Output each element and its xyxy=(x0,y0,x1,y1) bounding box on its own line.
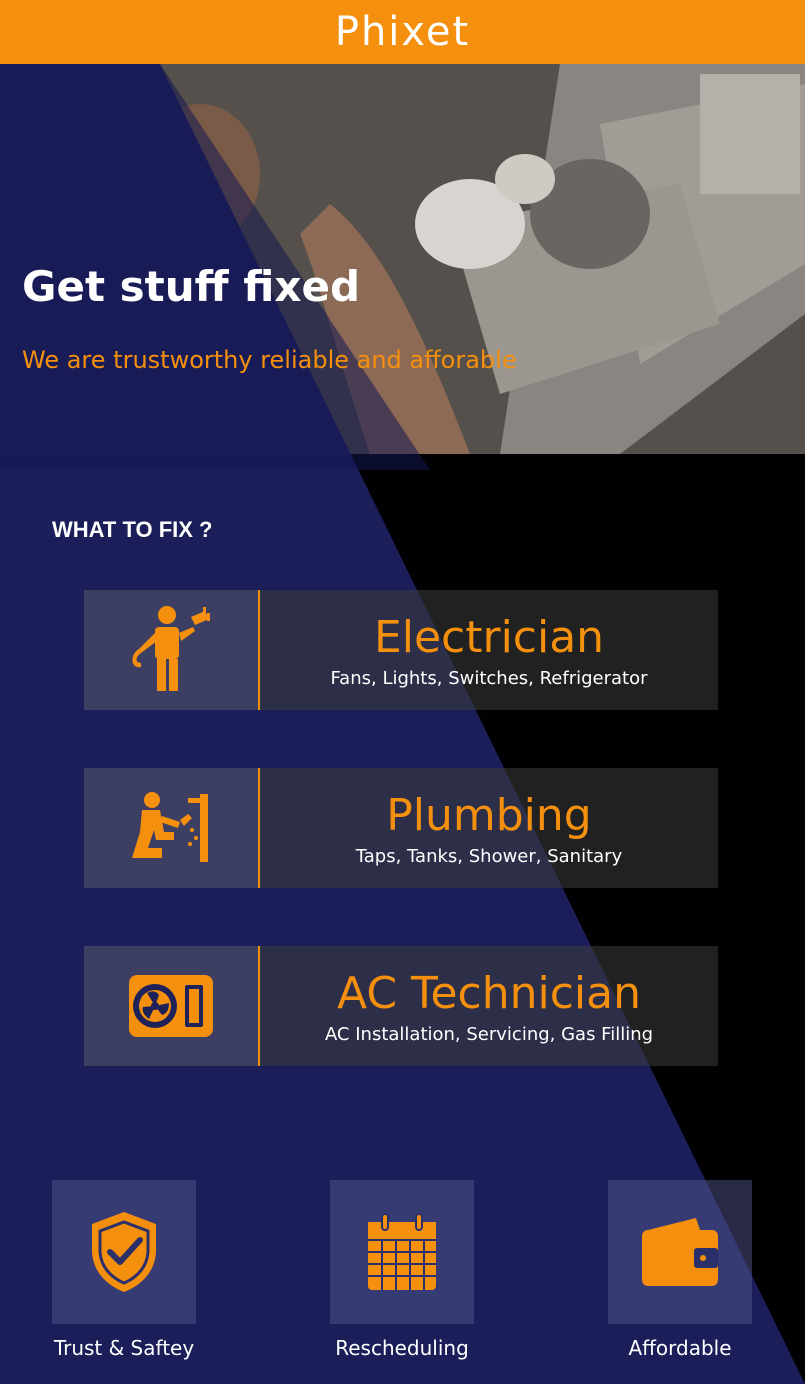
calendar-icon xyxy=(368,1213,436,1290)
wallet-icon xyxy=(642,1218,718,1286)
feature-label: Trust & Saftey xyxy=(53,1336,195,1360)
plumber-icon xyxy=(132,792,208,862)
feature-label: Rescheduling xyxy=(335,1336,469,1360)
service-description: AC Installation, Servicing, Gas Filling xyxy=(324,1023,654,1045)
service-name: Electrician xyxy=(373,611,605,663)
service-card-plumbing[interactable]: Plumbing Taps, Tanks, Shower, Sanitary xyxy=(84,768,718,888)
feature-rescheduling[interactable] xyxy=(330,1180,474,1324)
service-name: Plumbing xyxy=(386,789,592,841)
feature-affordable[interactable] xyxy=(608,1180,752,1324)
app-header: Phixet xyxy=(0,0,805,64)
service-text: AC Technician AC Installation, Servicing… xyxy=(260,946,718,1066)
service-text: Plumbing Taps, Tanks, Shower, Sanitary xyxy=(260,768,718,888)
service-text: Electrician Fans, Lights, Switches, Refr… xyxy=(260,590,718,710)
service-name: AC Technician xyxy=(337,967,641,1019)
technician-photo xyxy=(0,64,805,454)
hero-title: Get stuff fixed xyxy=(22,262,361,311)
brand-logo: Phixet xyxy=(334,9,471,55)
ac-icon-cell xyxy=(84,946,258,1066)
service-card-ac-technician[interactable]: AC Technician AC Installation, Servicing… xyxy=(84,946,718,1066)
service-card-electrician[interactable]: Electrician Fans, Lights, Switches, Refr… xyxy=(84,590,718,710)
electrician-icon-cell xyxy=(84,590,258,710)
section-title: WHAT TO FIX ? xyxy=(52,517,213,542)
electrician-icon xyxy=(132,606,210,691)
shield-check-icon xyxy=(92,1212,156,1292)
feature-label: Affordable xyxy=(628,1336,732,1360)
hero-subtitle: We are trustworthy reliable and afforabl… xyxy=(22,346,517,374)
service-description: Taps, Tanks, Shower, Sanitary xyxy=(355,845,623,867)
service-description: Fans, Lights, Switches, Refrigerator xyxy=(330,667,648,689)
feature-trust-safety[interactable] xyxy=(52,1180,196,1324)
plumber-icon-cell xyxy=(84,768,258,888)
app-screen: Phixet Get stuff fixed We are trustworth… xyxy=(0,0,805,1384)
ac-unit-icon xyxy=(129,975,213,1037)
hero-image xyxy=(0,64,805,454)
